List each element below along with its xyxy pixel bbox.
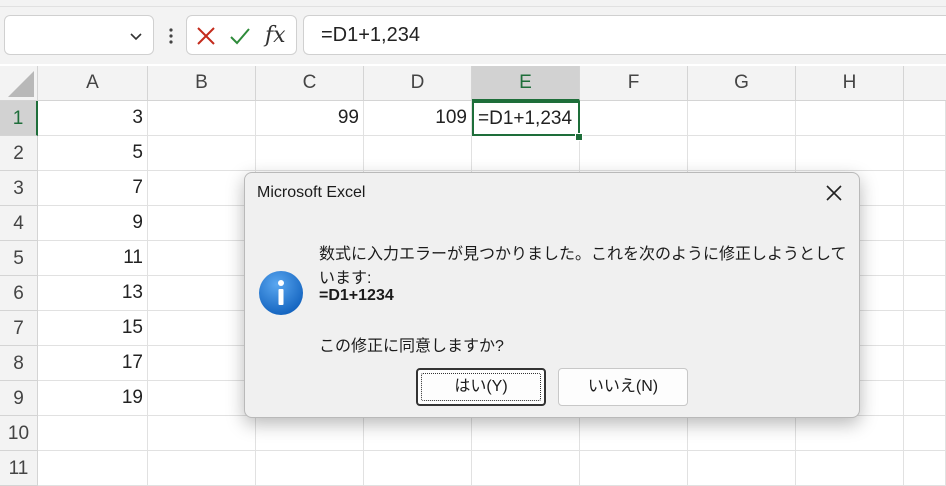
cell-a9[interactable]: 19 <box>38 381 148 416</box>
autocorrect-dialog: Microsoft Excel 数式に入力エラーが見つかりました。これを次のよう… <box>244 172 860 418</box>
close-icon[interactable] <box>823 182 845 204</box>
cell-d1[interactable]: 109 <box>364 101 472 136</box>
cell-f11[interactable] <box>580 451 688 486</box>
cell-i8[interactable] <box>904 346 946 381</box>
cell-b4[interactable] <box>148 206 256 241</box>
row-header-8[interactable]: 8 <box>0 346 38 381</box>
column-header-c[interactable]: C <box>256 66 364 101</box>
row-header-3[interactable]: 3 <box>0 171 38 206</box>
cell-i7[interactable] <box>904 311 946 346</box>
dialog-message: 数式に入力エラーが見つかりました。これを次のように修正しようとしています: <box>319 246 847 287</box>
cell-e11[interactable] <box>472 451 580 486</box>
cell-i4[interactable] <box>904 206 946 241</box>
cell-i11[interactable] <box>904 451 946 486</box>
cancel-icon[interactable] <box>195 25 217 47</box>
suggested-formula: =D1+1234 <box>319 287 394 304</box>
column-header-b[interactable]: B <box>148 66 256 101</box>
cell-c11[interactable] <box>256 451 364 486</box>
cell-i5[interactable] <box>904 241 946 276</box>
column-header-e[interactable]: E <box>472 66 580 101</box>
more-options-icon[interactable] <box>168 26 174 46</box>
cell-f1[interactable] <box>580 101 688 136</box>
cell-g2[interactable] <box>688 136 796 171</box>
cell-a10[interactable] <box>38 416 148 451</box>
row-header-5[interactable]: 5 <box>0 241 38 276</box>
column-header-h[interactable]: H <box>796 66 904 101</box>
ribbon-bottom-strip <box>0 0 946 8</box>
cell-b6[interactable] <box>148 276 256 311</box>
row-header-4[interactable]: 4 <box>0 206 38 241</box>
cell-i2[interactable] <box>904 136 946 171</box>
cell-d10[interactable] <box>364 416 472 451</box>
formula-buttons: fx <box>186 15 297 55</box>
cell-c1[interactable]: 99 <box>256 101 364 136</box>
cell-f2[interactable] <box>580 136 688 171</box>
row-header-6[interactable]: 6 <box>0 276 38 311</box>
cell-h10[interactable] <box>796 416 904 451</box>
cell-a5[interactable]: 11 <box>38 241 148 276</box>
cell-i1[interactable] <box>904 101 946 136</box>
no-button[interactable]: いいえ(N) <box>558 368 688 406</box>
yes-button[interactable]: はい(Y) <box>416 368 546 406</box>
cell-b9[interactable] <box>148 381 256 416</box>
cell-c10[interactable] <box>256 416 364 451</box>
cell-b2[interactable] <box>148 136 256 171</box>
row-header-1[interactable]: 1 <box>0 101 38 136</box>
cell-a11[interactable] <box>38 451 148 486</box>
cell-d2[interactable] <box>364 136 472 171</box>
cell-b5[interactable] <box>148 241 256 276</box>
cell-i3[interactable] <box>904 171 946 206</box>
cell-g11[interactable] <box>688 451 796 486</box>
cell-a6[interactable]: 13 <box>38 276 148 311</box>
info-icon <box>259 271 303 315</box>
cell-c2[interactable] <box>256 136 364 171</box>
insert-function-icon[interactable]: fx <box>265 23 286 48</box>
select-all-button[interactable] <box>0 66 38 101</box>
cell-d11[interactable] <box>364 451 472 486</box>
cell-f10[interactable] <box>580 416 688 451</box>
formula-bar: fx =D1+1,234 <box>0 8 946 64</box>
dialog-title: Microsoft Excel <box>257 184 366 201</box>
cell-i9[interactable] <box>904 381 946 416</box>
cell-a4[interactable]: 9 <box>38 206 148 241</box>
column-header-g[interactable]: G <box>688 66 796 101</box>
row-header-7[interactable]: 7 <box>0 311 38 346</box>
cell-a1[interactable]: 3 <box>38 101 148 136</box>
formula-input[interactable]: =D1+1,234 <box>303 15 946 55</box>
cell-i10[interactable] <box>904 416 946 451</box>
cell-a7[interactable]: 15 <box>38 311 148 346</box>
cell-b11[interactable] <box>148 451 256 486</box>
fill-handle[interactable] <box>575 133 583 141</box>
row-header-10[interactable]: 10 <box>0 416 38 451</box>
cell-h2[interactable] <box>796 136 904 171</box>
cell-e1[interactable]: =D1+1,234 <box>472 101 580 136</box>
formula-text: =D1+1,234 <box>321 24 420 46</box>
column-header-f[interactable]: F <box>580 66 688 101</box>
cell-e10[interactable] <box>472 416 580 451</box>
cell-h1[interactable] <box>796 101 904 136</box>
cell-i6[interactable] <box>904 276 946 311</box>
column-header-a[interactable]: A <box>38 66 148 101</box>
row-header-11[interactable]: 11 <box>0 451 38 486</box>
cell-a2[interactable]: 5 <box>38 136 148 171</box>
cell-e2[interactable] <box>472 136 580 171</box>
cell-h11[interactable] <box>796 451 904 486</box>
column-header-d[interactable]: D <box>364 66 472 101</box>
column-header-i[interactable] <box>904 66 946 101</box>
cell-b8[interactable] <box>148 346 256 381</box>
dialog-question: この修正に同意しますか? <box>319 338 504 355</box>
cell-a3[interactable]: 7 <box>38 171 148 206</box>
cell-a8[interactable]: 17 <box>38 346 148 381</box>
cell-g10[interactable] <box>688 416 796 451</box>
cell-b3[interactable] <box>148 171 256 206</box>
row-header-9[interactable]: 9 <box>0 381 38 416</box>
cell-b10[interactable] <box>148 416 256 451</box>
cell-g1[interactable] <box>688 101 796 136</box>
enter-check-icon[interactable] <box>229 25 251 47</box>
name-box[interactable] <box>4 15 154 55</box>
row-header-2[interactable]: 2 <box>0 136 38 171</box>
chevron-down-icon[interactable] <box>129 29 143 43</box>
cell-b1[interactable] <box>148 101 256 136</box>
cell-b7[interactable] <box>148 311 256 346</box>
